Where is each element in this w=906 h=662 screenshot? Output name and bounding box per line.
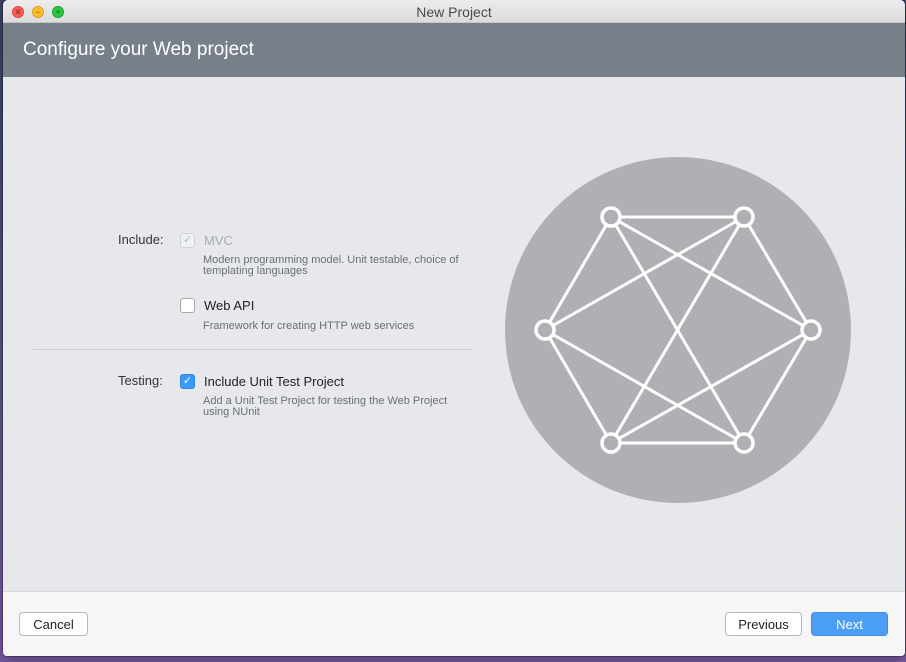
- include-label: Include:: [118, 232, 164, 247]
- network-graph-icon: [505, 157, 851, 503]
- unit-test-label[interactable]: Include Unit Test Project: [204, 374, 344, 389]
- mvc-description: Modern programming model. Unit testable,…: [203, 254, 459, 277]
- webapi-label[interactable]: Web API: [204, 298, 254, 313]
- unit-test-description: Add a Unit Test Project for testing the …: [203, 395, 448, 418]
- testing-label: Testing:: [118, 373, 163, 388]
- section-divider: [33, 349, 473, 350]
- previous-button[interactable]: Previous: [725, 612, 802, 636]
- next-button[interactable]: Next: [811, 612, 888, 636]
- cancel-button[interactable]: Cancel: [19, 612, 88, 636]
- new-project-window: ✕ − + New Project Configure your Web pro…: [3, 0, 905, 656]
- unit-test-checkbox[interactable]: ✓: [180, 374, 195, 389]
- mvc-label: MVC: [204, 233, 233, 248]
- page-title: Configure your Web project: [23, 39, 254, 60]
- checkmark-icon: ✓: [182, 234, 193, 246]
- webapi-option: Web API: [180, 298, 254, 313]
- page-header: Configure your Web project: [3, 23, 905, 77]
- main-content: Include: ✓ MVC Modern programming model.…: [3, 77, 905, 591]
- webapi-description: Framework for creating HTTP web services: [203, 320, 415, 332]
- checkmark-icon: ✓: [182, 375, 193, 387]
- mvc-checkbox[interactable]: ✓: [180, 233, 195, 248]
- dialog-footer: Cancel Previous Next: [3, 591, 905, 656]
- mvc-option: ✓ MVC: [180, 233, 233, 248]
- unit-test-option: ✓ Include Unit Test Project: [180, 374, 344, 389]
- webapi-checkbox[interactable]: [180, 298, 195, 313]
- window-title: New Project: [416, 4, 492, 20]
- title-bar: ✕ − + New Project: [3, 0, 905, 23]
